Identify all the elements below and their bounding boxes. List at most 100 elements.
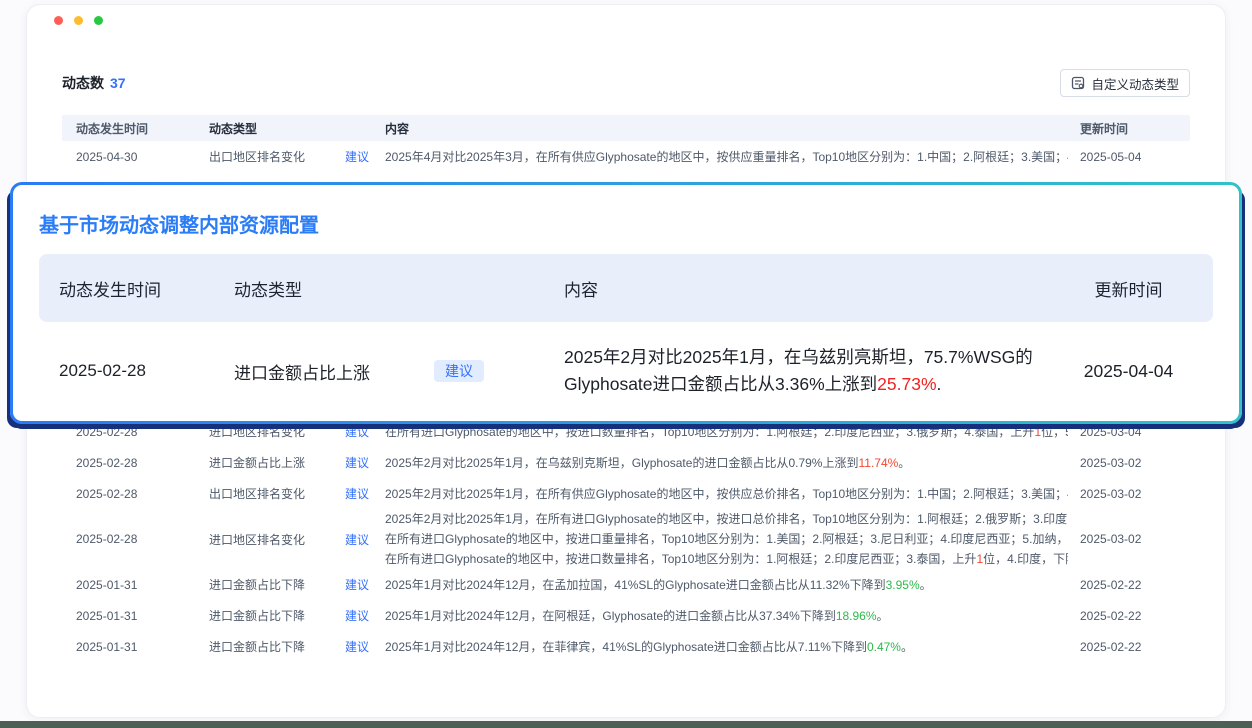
table-row[interactable]: 2025-02-28进口地区排名变化建议2025年2月对比2025年1月，在所有… — [62, 509, 1190, 569]
highlight-row-type: 进口金额占比上涨 — [234, 359, 370, 384]
row-date: 2025-02-28 — [76, 456, 209, 470]
content-text: 2025年2月对比2025年1月，在乌兹别亮斯坦，75.7%WSG的Glypho… — [564, 347, 1033, 394]
content-text: 。 — [877, 609, 889, 623]
row-date: 2025-02-28 — [76, 425, 209, 439]
highlight-row-content: 2025年2月对比2025年1月，在乌兹别亮斯坦，75.7%WSG的Glypho… — [564, 344, 1064, 398]
window-controls — [54, 16, 103, 25]
highlighted-value: 18.96% — [836, 609, 877, 623]
row-updated: 2025-02-22 — [1080, 609, 1176, 623]
row-updated: 2025-02-22 — [1080, 578, 1176, 592]
content-line: 2025年2月对比2025年1月，在乌兹别克斯坦，Glyphosate的进口金额… — [385, 453, 1068, 473]
content-text: 。 — [901, 640, 913, 654]
table-row[interactable]: 2025-01-31进口金额占比下降建议2025年1月对比2024年12月，在孟… — [62, 569, 1190, 600]
content-text: . — [937, 374, 942, 394]
row-updated: 2025-05-04 — [1080, 150, 1176, 164]
suggestion-badge: 建议 — [434, 360, 484, 382]
content-line: 在所有进口Glyphosate的地区中，按进口数量排名，Top10地区分别为：1… — [385, 422, 1068, 442]
customize-icon — [1071, 76, 1085, 90]
row-type: 出口地区排名变化 — [209, 148, 305, 165]
highlighted-value: 11.74% — [858, 456, 898, 470]
suggestion-badge: 建议 — [345, 576, 369, 593]
highlight-card: 基于市场动态调整内部资源配置 动态发生时间 动态类型 内容 更新时间 2025-… — [10, 182, 1242, 424]
suggestion-badge: 建议 — [345, 423, 369, 440]
row-type: 出口地区排名变化 — [209, 485, 305, 502]
content-text: 在所有进口Glyphosate的地区中，按进口数量排名，Top10地区分别为：1… — [385, 552, 976, 566]
row-date: 2025-02-28 — [76, 487, 209, 501]
row-content: 2025年1月对比2024年12月，在菲律宾，41%SL的Glyphosate进… — [385, 637, 1080, 657]
suggestion-badge: 建议 — [345, 531, 369, 548]
row-content: 2025年1月对比2024年12月，在阿根廷，Glyphosate的进口金额占比… — [385, 606, 1080, 626]
highlight-table-header: 动态发生时间 动态类型 内容 更新时间 — [39, 254, 1213, 322]
table-row[interactable]: 2025-01-31进口金额占比下降 建议 2025年1月对比2024年12月，在阿… — [62, 600, 1190, 631]
table-row[interactable]: 2025-04-30出口地区排名变化 建议 2025年4月对比2025年3月，在所有… — [62, 141, 1190, 172]
row-content: 2025年2月对比2025年1月，在乌兹别克斯坦，Glyphosate的进口金额… — [385, 453, 1080, 473]
dynamics-count-value: 37 — [110, 75, 126, 91]
table-row[interactable]: 2025-02-28进口金额占比上涨 建议 2025年2月对比2025年1月，在乌兹… — [62, 447, 1190, 478]
column-header-type: 动态类型 — [209, 120, 385, 137]
row-type: 进口金额占比下降 — [209, 607, 305, 624]
content-text: 2025年1月对比2024年12月，在阿根廷，Glyphosate的进口金额占比… — [385, 609, 836, 623]
customize-dynamic-type-button[interactable]: 自定义动态类型 — [1060, 69, 1190, 97]
highlight-card-body: 基于市场动态调整内部资源配置 动态发生时间 动态类型 内容 更新时间 2025-… — [13, 185, 1239, 421]
content-line: 在所有进口Glyphosate的地区中，按进口数量排名，Top10地区分别为：1… — [385, 549, 1068, 569]
suggestion-badge: 建议 — [345, 607, 369, 624]
content-text: 2025年1月对比2024年12月，在菲律宾，41%SL的Glyphosate进… — [385, 640, 867, 654]
suggestion-badge: 建议 — [345, 638, 369, 655]
highlight-column-updated: 更新时间 — [1064, 276, 1193, 301]
column-header-updated: 更新时间 — [1080, 120, 1176, 137]
table-row[interactable]: 2025-02-28出口地区排名变化 建议 2025年2月对比2025年1月，在所有… — [62, 478, 1190, 509]
content-text: 2025年2月对比2025年1月，在所有供应Glyphosate的地区中，按供应… — [385, 487, 1068, 501]
suggestion-badge: 建议 — [345, 485, 369, 502]
content-line: 2025年2月对比2025年1月，在所有进口Glyphosate的地区中，按进口… — [385, 509, 1068, 529]
content-line: 2025年1月对比2024年12月，在阿根廷，Glyphosate的进口金额占比… — [385, 606, 1068, 626]
footer-strip — [0, 721, 1252, 728]
toolbar: 动态数 37 自定义动态类型 — [62, 68, 1190, 98]
row-content: 2025年2月对比2025年1月，在所有供应Glyphosate的地区中，按供应… — [385, 484, 1080, 504]
content-line: 2025年4月对比2025年3月，在所有供应Glyphosate的地区中，按供应… — [385, 147, 1068, 167]
row-content: 2025年4月对比2025年3月，在所有供应Glyphosate的地区中，按供应… — [385, 147, 1080, 167]
row-updated: 2025-03-02 — [1080, 532, 1176, 546]
content-text: 。 — [898, 456, 910, 470]
row-type: 进口金额占比下降 — [209, 576, 305, 593]
highlighted-value: 25.73% — [877, 374, 936, 394]
content-line: 2025年1月对比2024年12月，在菲律宾，41%SL的Glyphosate进… — [385, 637, 1068, 657]
highlight-column-date: 动态发生时间 — [59, 276, 234, 301]
content-text: 位，5.印度，下降 — [1041, 425, 1068, 439]
content-text: 2025年4月对比2025年3月，在所有供应Glyphosate的地区中，按供应… — [385, 150, 1068, 164]
minimize-window-button[interactable] — [74, 16, 83, 25]
highlight-column-content: 内容 — [564, 276, 1064, 301]
content-text: 2025年2月对比2025年1月，在乌兹别克斯坦，Glyphosate的进口金额… — [385, 456, 858, 470]
highlight-row-date: 2025-02-28 — [59, 361, 234, 381]
maximize-window-button[interactable] — [94, 16, 103, 25]
row-date: 2025-04-30 — [76, 150, 209, 164]
highlight-column-type: 动态类型 — [234, 276, 564, 301]
close-window-button[interactable] — [54, 16, 63, 25]
row-updated: 2025-03-04 — [1080, 425, 1176, 439]
highlight-row-updated: 2025-04-04 — [1064, 361, 1193, 382]
content-text: 2025年2月对比2025年1月，在所有进口Glyphosate的地区中，按进口… — [385, 512, 1068, 526]
table-row[interactable]: 2025-01-31进口金额占比下降 建议 2025年1月对比2024年12月，在菲… — [62, 631, 1190, 662]
row-type: 进口金额占比上涨 — [209, 454, 305, 471]
highlight-card-title: 基于市场动态调整内部资源配置 — [39, 209, 1213, 238]
suggestion-badge: 建议 — [345, 148, 369, 165]
highlighted-value: 3.95% — [886, 578, 920, 592]
content-line: 2025年1月对比2024年12月，在孟加拉国，41%SL的Glyphosate… — [385, 575, 1068, 595]
row-content: 2025年1月对比2024年12月，在孟加拉国，41%SL的Glyphosate… — [385, 575, 1080, 595]
highlight-row[interactable]: 2025-02-28 进口金额占比上涨 建议 2025年2月对比2025年1月，… — [39, 332, 1213, 410]
content-text: 。 — [920, 578, 932, 592]
dynamics-count-label: 动态数 — [62, 73, 104, 93]
row-date: 2025-01-31 — [76, 609, 209, 623]
highlighted-value: 0.47% — [867, 640, 901, 654]
row-date: 2025-02-28 — [76, 532, 209, 546]
content-line: 在所有进口Glyphosate的地区中，按进口重量排名，Top10地区分别为：1… — [385, 529, 1068, 549]
customize-button-label: 自定义动态类型 — [1091, 74, 1179, 93]
suggestion-badge: 建议 — [345, 454, 369, 471]
table-header: 动态发生时间 动态类型 内容 更新时间 — [62, 115, 1190, 141]
row-content: 在所有进口Glyphosate的地区中，按进口数量排名，Top10地区分别为：1… — [385, 422, 1080, 442]
row-updated: 2025-02-22 — [1080, 640, 1176, 654]
row-date: 2025-01-31 — [76, 640, 209, 654]
row-type: 进口金额占比下降 — [209, 638, 305, 655]
content-text: 2025年1月对比2024年12月，在孟加拉国，41%SL的Glyphosate… — [385, 578, 886, 592]
column-header-date: 动态发生时间 — [76, 120, 209, 137]
column-header-content: 内容 — [385, 120, 1080, 137]
